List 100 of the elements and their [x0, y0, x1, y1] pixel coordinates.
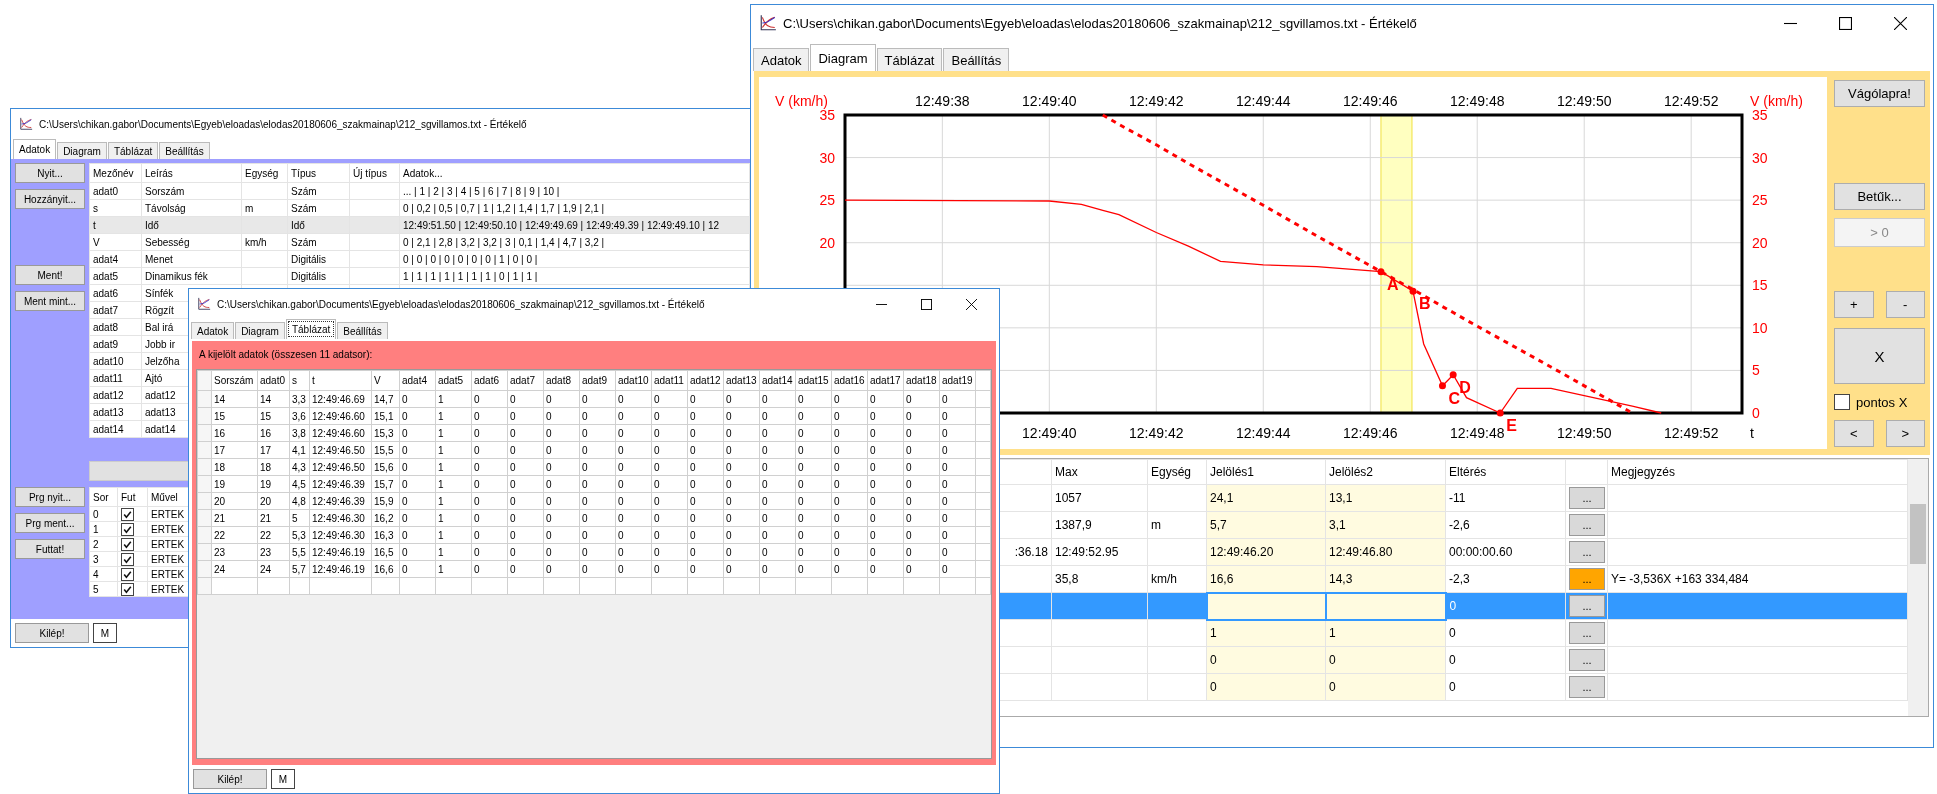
table-cell: 0	[507, 543, 544, 561]
table-cell: 0	[543, 390, 580, 408]
table-cell: 0	[687, 458, 724, 476]
table-cell: 0	[399, 560, 436, 578]
table-cell: 0	[795, 407, 832, 425]
table-cell: 0	[687, 560, 724, 578]
table-cell: 18	[211, 458, 258, 476]
table-cell: 0	[399, 407, 436, 425]
table-cell: 16,2	[371, 509, 400, 527]
axis-label: 12:49:48	[1450, 425, 1505, 441]
table-cell: 12:49:46.80	[1325, 538, 1446, 566]
table-cell: 0	[399, 475, 436, 493]
table-cell: 4,8	[289, 492, 310, 510]
table-cell: 17	[257, 441, 290, 459]
table-cell: 0	[939, 475, 976, 493]
table-cell: 1 | 1 | 1 | 1 | 1 | 1 | 1 | 0 | 1 | 1 |	[399, 267, 750, 285]
table-cell: 12:49:46.60	[309, 424, 372, 442]
table-cell: 4,1	[289, 441, 310, 459]
table-cell: 5,5	[289, 543, 310, 561]
table-cell: 0	[471, 390, 508, 408]
table-cell: 5,7	[289, 560, 310, 578]
table-cell: 0	[507, 509, 544, 527]
table-cell: 15,3	[371, 424, 400, 442]
table-cell: 16	[211, 424, 258, 442]
table-cell: 20	[211, 492, 258, 510]
table-cell: 0	[507, 560, 544, 578]
table-cell: 0	[615, 390, 652, 408]
axis-label: 12:49:52	[1663, 425, 1719, 441]
table-cell: 0	[795, 441, 832, 459]
table-cell: 0	[399, 424, 436, 442]
table-cell: 12:49:46.69	[309, 390, 372, 408]
table-cell: 20	[257, 492, 290, 510]
table-cell: 0	[831, 390, 868, 408]
table-cell: 0	[759, 509, 796, 527]
table-cell: 0	[1445, 592, 1566, 620]
table-cell: 0	[795, 492, 832, 510]
table-cell: 0	[831, 543, 868, 561]
table-cell: 0	[759, 441, 796, 459]
table-cell: 0	[903, 526, 940, 544]
table-cell: 0	[399, 526, 436, 544]
table-cell: 0	[687, 543, 724, 561]
table-cell: 0	[939, 458, 976, 476]
table-cell: 0	[507, 475, 544, 493]
table-cell: adat6	[89, 284, 142, 302]
table-cell: 0	[903, 543, 940, 561]
window-title: C:\Users\chikan.gabor\Documents\Egyeb\eloadas\elodas20180606_szakmainap\212_sgvillamos.txt - Értékelő	[39, 118, 527, 130]
table-cell: 0	[687, 390, 724, 408]
table-cell: m	[241, 199, 288, 217]
table-cell: 0	[903, 441, 940, 459]
table-cell: 0	[615, 407, 652, 425]
table-cell: 0	[651, 390, 688, 408]
table-cell: 0	[939, 526, 976, 544]
table-cell: -2,6	[1445, 511, 1566, 539]
table-cell: 0	[795, 560, 832, 578]
table-cell: 18	[257, 458, 290, 476]
table-cell: 0	[831, 458, 868, 476]
table-cell: 12:49:46.50	[309, 441, 372, 459]
table-cell: 0	[651, 492, 688, 510]
table-cell: 0	[687, 492, 724, 510]
table-cell: 0	[831, 509, 868, 527]
table-cell: 0	[399, 543, 436, 561]
table-cell: 0	[723, 390, 760, 408]
table-cell: 0	[903, 390, 940, 408]
table-cell: 0	[903, 458, 940, 476]
table-cell: 0	[507, 390, 544, 408]
table-cell: 0	[723, 492, 760, 510]
table-cell: 3,6	[289, 407, 310, 425]
table-cell: 0	[867, 560, 904, 578]
table-cell: 0	[579, 407, 616, 425]
table-cell: 0	[939, 492, 976, 510]
table-cell: 0	[471, 475, 508, 493]
table-cell: 0	[651, 509, 688, 527]
point-label: D	[1459, 378, 1471, 396]
table-cell: 12:49:46.60	[309, 407, 372, 425]
axis-label: 12:49:46	[1343, 425, 1398, 441]
table-cell: Sebesség	[141, 233, 242, 251]
axis-label: 12:49:44	[1236, 425, 1291, 441]
table-cell: 0	[687, 475, 724, 493]
table-cell: 0 | 0,2 | 0,5 | 0,7 | 1 | 1,2 | 1,4 | 1,7 | 1,9 | 2,1 |	[399, 199, 750, 217]
table-cell: 0	[903, 560, 940, 578]
table-cell: Dinamikus fék	[141, 267, 242, 285]
table-cell: 0	[795, 390, 832, 408]
table-cell: 0	[831, 441, 868, 459]
axis-label: 12:49:52	[1663, 93, 1719, 109]
axis-label: 12:49:46	[1343, 93, 1398, 109]
table-cell: 0	[939, 560, 976, 578]
table-cell: s	[89, 199, 142, 217]
table-cell: 0	[1445, 673, 1566, 701]
table-cell: 0	[1206, 673, 1326, 701]
table-cell: 1	[435, 526, 472, 544]
table-cell: 0	[615, 509, 652, 527]
axis-label: 10	[1752, 319, 1768, 336]
table-cell: Sorszám	[141, 182, 242, 200]
table-cell: 0	[471, 526, 508, 544]
table-cell: 00:00:00.60	[1445, 538, 1566, 566]
table-cell: 0	[759, 492, 796, 510]
table-cell: 0	[867, 475, 904, 493]
table-cell: -11	[1445, 484, 1566, 512]
table-cell: 0	[687, 407, 724, 425]
table-cell: 0	[471, 543, 508, 561]
